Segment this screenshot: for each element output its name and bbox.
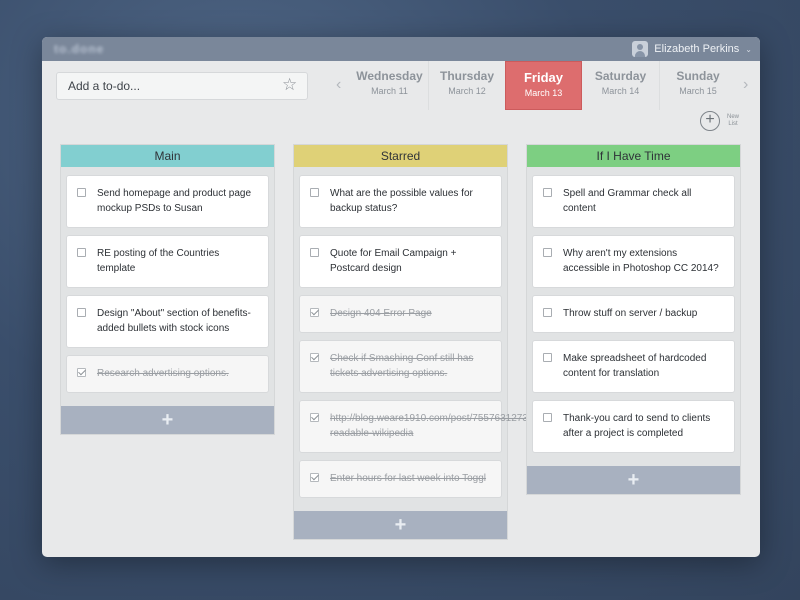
todo-card[interactable]: Design 404 Error Page — [299, 295, 502, 333]
todo-card[interactable]: Thank-you card to send to clients after … — [532, 400, 735, 453]
checkbox[interactable] — [310, 248, 319, 257]
todo-card[interactable]: What are the possible values for backup … — [299, 175, 502, 228]
todo-card[interactable]: Design "About" section of benefits-added… — [66, 295, 269, 348]
chevron-right-icon[interactable]: › — [743, 75, 748, 95]
app-logo: to.done — [54, 42, 105, 56]
list-items: Send homepage and product page mockup PS… — [61, 167, 274, 406]
checkbox[interactable] — [310, 188, 319, 197]
day-date: March 13 — [524, 88, 563, 98]
checkbox[interactable] — [77, 308, 86, 317]
day-friday[interactable]: Friday March 13 — [505, 61, 582, 110]
list-title: If I Have Time — [527, 145, 740, 167]
avatar — [632, 41, 649, 57]
todo-text: Make spreadsheet of hardcoded content fo… — [563, 353, 707, 379]
checkbox-checked[interactable] — [310, 413, 319, 422]
user-menu[interactable]: Elizabeth Perkins ⌄ — [632, 41, 752, 57]
todo-text: Throw stuff on server / backup — [563, 308, 698, 319]
todo-text: What are the possible values for backup … — [330, 188, 473, 214]
day-selector: Wednesday March 11 Thursday March 12 Fri… — [351, 61, 736, 110]
plus-circle-icon: + — [700, 111, 720, 131]
day-name: Thursday — [439, 69, 494, 83]
list-items: Spell and Grammar check all content Why a… — [527, 167, 740, 466]
todo-card[interactable]: Research advertising options. — [66, 355, 269, 393]
chevron-down-icon: ⌄ — [745, 44, 752, 54]
todo-card[interactable]: Send homepage and product page mockup PS… — [66, 175, 269, 228]
list-main: Main Send homepage and product page mock… — [60, 144, 275, 435]
checkbox-checked[interactable] — [310, 473, 319, 482]
list-starred: Starred What are the possible values for… — [293, 144, 545, 540]
day-thursday[interactable]: Thursday March 12 — [428, 61, 505, 110]
app-window: to.done Elizabeth Perkins ⌄ ☆ ‹ Wednesda… — [42, 37, 760, 557]
todo-card[interactable]: Make spreadsheet of hardcoded content fo… — [532, 340, 735, 393]
day-saturday[interactable]: Saturday March 14 — [582, 61, 659, 110]
checkbox[interactable] — [77, 248, 86, 257]
todo-card[interactable]: Enter hours for last week into Toggl — [299, 460, 502, 498]
day-date: March 15 — [679, 86, 717, 96]
star-icon[interactable]: ☆ — [282, 75, 297, 95]
day-sunday[interactable]: Sunday March 15 — [659, 61, 736, 110]
user-name: Elizabeth Perkins — [654, 43, 740, 55]
todo-card[interactable]: Quote for Email Campaign + Postcard desi… — [299, 235, 502, 288]
checkbox[interactable] — [77, 188, 86, 197]
todo-text: Thank-you card to send to clients after … — [563, 413, 711, 439]
todo-text: RE posting of the Countries template — [97, 248, 220, 274]
todo-text: Check if Smashing Conf still has tickets… — [330, 353, 474, 379]
todo-text: Spell and Grammar check all content — [563, 188, 692, 214]
todo-text: Research advertising options. — [97, 368, 229, 379]
titlebar: to.done Elizabeth Perkins ⌄ — [42, 37, 760, 61]
checkbox-checked[interactable] — [310, 308, 319, 317]
todo-card[interactable]: Throw stuff on server / backup — [532, 295, 735, 333]
day-date: March 11 — [371, 86, 408, 96]
todo-text: Why aren't my extensions accessible in P… — [563, 248, 719, 274]
list-title: Starred — [294, 145, 507, 167]
checkbox[interactable] — [543, 248, 552, 257]
day-name: Sunday — [676, 69, 720, 83]
checkbox[interactable] — [543, 413, 552, 422]
todo-text: http://blog.weare1910.com/post/755763127… — [330, 413, 546, 439]
day-date: March 12 — [448, 86, 486, 96]
toolbar: ☆ ‹ Wednesday March 11 Thursday March 12… — [42, 61, 760, 117]
day-wednesday[interactable]: Wednesday March 11 — [351, 61, 428, 110]
todo-card[interactable]: Check if Smashing Conf still has tickets… — [299, 340, 502, 393]
chevron-left-icon[interactable]: ‹ — [336, 75, 341, 95]
list-items: What are the possible values for backup … — [294, 167, 545, 511]
checkbox[interactable] — [543, 353, 552, 362]
add-item-button[interactable]: + — [294, 511, 507, 539]
new-list-label: New List — [726, 114, 739, 127]
todo-text: Send homepage and product page mockup PS… — [97, 188, 252, 214]
new-list-button[interactable]: + New List — [700, 111, 740, 131]
day-date: March 14 — [601, 86, 640, 96]
todo-text: Design 404 Error Page — [330, 308, 432, 319]
checkbox-checked[interactable] — [310, 353, 319, 362]
list-if-i-have-time: If I Have Time Spell and Grammar check a… — [526, 144, 741, 495]
checkbox[interactable] — [543, 188, 552, 197]
checkbox-checked[interactable] — [77, 368, 86, 377]
checkbox[interactable] — [543, 308, 552, 317]
list-title: Main — [61, 145, 274, 167]
todo-text: Enter hours for last week into Toggl — [330, 473, 487, 484]
todo-card[interactable]: Spell and Grammar check all content — [532, 175, 735, 228]
add-item-button[interactable]: + — [527, 466, 740, 494]
add-todo-input[interactable] — [56, 72, 308, 100]
todo-card[interactable]: Why aren't my extensions accessible in P… — [532, 235, 735, 288]
todo-card[interactable]: http://blog.weare1910.com/post/755763127… — [299, 400, 545, 453]
todo-text: Design "About" section of benefits-added… — [97, 308, 251, 334]
day-name: Friday — [523, 70, 563, 85]
day-name: Saturday — [594, 69, 647, 83]
add-item-button[interactable]: + — [61, 406, 274, 434]
todo-card[interactable]: RE posting of the Countries template — [66, 235, 269, 288]
todo-text: Quote for Email Campaign + Postcard desi… — [330, 248, 457, 274]
day-name: Wednesday — [356, 69, 423, 83]
